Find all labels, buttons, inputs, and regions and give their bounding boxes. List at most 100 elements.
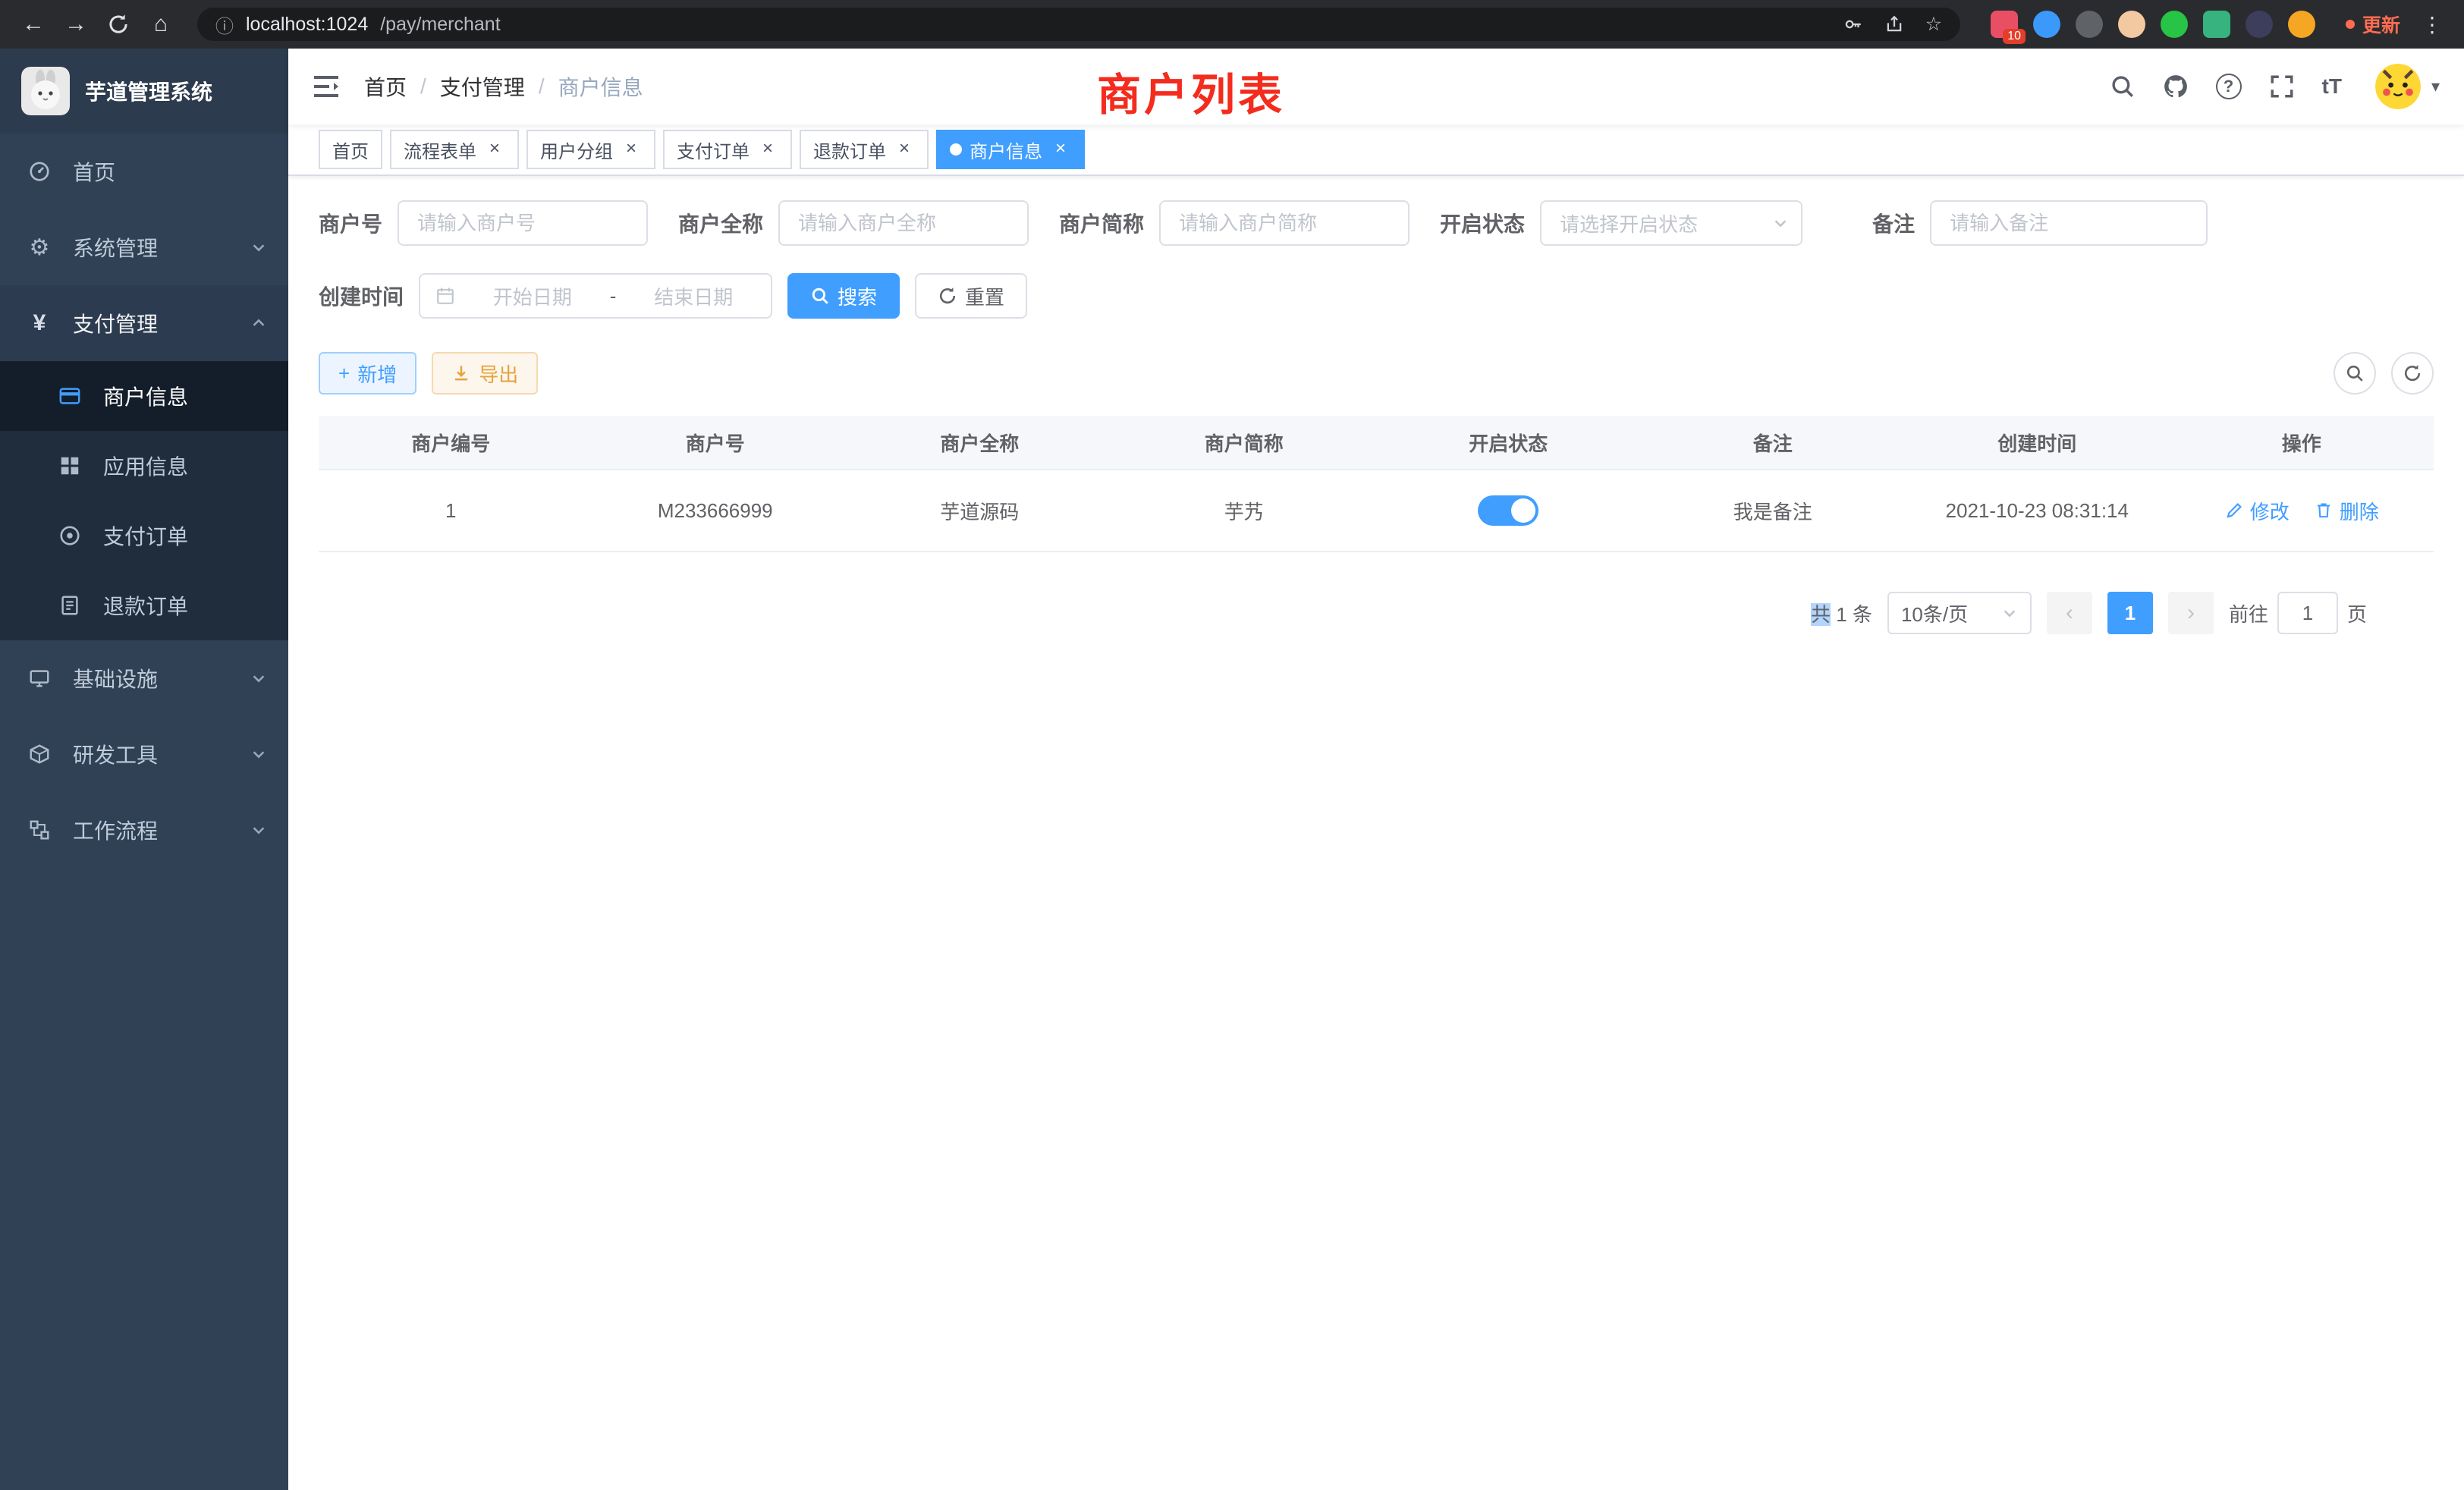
breadcrumb-separator: /	[420, 74, 426, 99]
browser-home-icon[interactable]: ⌂	[143, 6, 179, 42]
goto-page-input[interactable]	[2277, 592, 2338, 634]
tab-user-group[interactable]: 用户分组 ×	[526, 130, 655, 169]
extension-icon[interactable]	[2161, 11, 2188, 38]
prev-page-button[interactable]: ‹	[2047, 592, 2092, 634]
user-menu[interactable]: ▾	[2375, 64, 2440, 109]
extension-icon[interactable]	[2246, 11, 2273, 38]
font-size-icon[interactable]: tT	[2322, 74, 2342, 99]
add-button[interactable]: + 新增	[319, 352, 416, 395]
search-icon[interactable]	[2110, 74, 2136, 99]
column-header: 备注	[1641, 429, 1906, 457]
browser-menu-icon[interactable]: ⋮	[2418, 12, 2449, 37]
page-size-select[interactable]: 10条/页	[1887, 592, 2032, 634]
sidebar-item-dev-tools[interactable]: 研发工具	[0, 716, 288, 792]
close-icon[interactable]: ×	[894, 139, 915, 160]
page-number-1[interactable]: 1	[2107, 592, 2153, 634]
sidebar-item-infrastructure[interactable]: 基础设施	[0, 640, 288, 716]
merchant-table: 商户编号 商户号 商户全称 商户简称 开启状态 备注 创建时间 操作 1 M23…	[319, 416, 2434, 552]
chevron-down-icon	[250, 746, 267, 762]
close-icon[interactable]: ×	[757, 139, 778, 160]
page-content: 商户号 商户全称 商户简称 开启状态 请选择开启状态	[288, 176, 2464, 1490]
sidebar-item-system[interactable]: ⚙ 系统管理	[0, 209, 288, 285]
sidebar-item-label: 应用信息	[103, 451, 188, 481]
chevron-down-icon	[2001, 605, 2018, 621]
sidebar-item-refund-order[interactable]: 退款订单	[0, 571, 288, 640]
tab-merchant-info[interactable]: 商户信息 ×	[936, 130, 1085, 169]
edit-link[interactable]: 修改	[2224, 497, 2290, 525]
extension-icon[interactable]	[2076, 11, 2103, 38]
sidebar-item-label: 商户信息	[103, 381, 188, 411]
app-logo	[21, 67, 70, 115]
hamburger-icon[interactable]	[313, 74, 340, 99]
delete-link[interactable]: 删除	[2314, 497, 2379, 525]
extension-icon[interactable]	[2203, 11, 2230, 38]
github-icon[interactable]	[2163, 74, 2189, 99]
browser-chrome: ← → ⌂ ⓘ localhost:1024 /pay/merchant ☆ 1…	[0, 0, 2464, 49]
close-icon[interactable]: ×	[621, 139, 642, 160]
chevron-down-icon	[250, 670, 267, 687]
password-key-icon[interactable]	[1843, 14, 1863, 34]
column-header: 商户编号	[319, 429, 583, 457]
cell-remark: 我是备注	[1641, 497, 1906, 525]
close-icon[interactable]: ×	[1050, 139, 1071, 160]
sidebar-item-label: 工作流程	[73, 815, 158, 845]
pagination-total: 共 1 条	[1811, 599, 1872, 627]
site-info-icon[interactable]: ⓘ	[215, 11, 234, 38]
tags-view: 首页 流程表单 × 用户分组 × 支付订单 × 退款订单 ×	[288, 124, 2464, 176]
tab-refund-order[interactable]: 退款订单 ×	[800, 130, 929, 169]
sidebar-item-merchant-info[interactable]: 商户信息	[0, 361, 288, 431]
toolbox-icon	[24, 743, 55, 765]
tab-home[interactable]: 首页	[319, 130, 382, 169]
create-time-label: 创建时间	[319, 281, 404, 311]
close-icon[interactable]: ×	[484, 139, 505, 160]
extension-icon[interactable]: 10	[1991, 11, 2018, 38]
tab-process-form[interactable]: 流程表单 ×	[390, 130, 519, 169]
next-page-button[interactable]: ›	[2168, 592, 2214, 634]
url-bar[interactable]: ⓘ localhost:1024 /pay/merchant ☆	[197, 8, 1960, 41]
toggle-search-button[interactable]	[2334, 352, 2376, 395]
breadcrumb-item[interactable]: 首页	[364, 71, 407, 102]
sidebar-item-label: 支付订单	[103, 520, 188, 551]
breadcrumb-item[interactable]: 支付管理	[440, 71, 525, 102]
table-toolbar: + 新增 导出	[319, 352, 2434, 395]
browser-forward-icon[interactable]: →	[58, 6, 94, 42]
url-host: localhost:1024	[246, 14, 368, 36]
status-toggle[interactable]	[1478, 495, 1538, 526]
sidebar-item-home[interactable]: 首页	[0, 134, 288, 209]
short-name-input[interactable]	[1159, 200, 1410, 246]
full-name-label: 商户全称	[678, 208, 763, 238]
short-name-label: 商户简称	[1059, 208, 1144, 238]
bookmark-star-icon[interactable]: ☆	[1925, 13, 1942, 36]
app-logo-row[interactable]: 芋道管理系统	[0, 49, 288, 134]
sidebar-item-app-info[interactable]: 应用信息	[0, 431, 288, 501]
refresh-table-button[interactable]	[2391, 352, 2434, 395]
emoji-extension-icon[interactable]	[2288, 11, 2315, 38]
yen-icon: ¥	[24, 310, 55, 336]
pagination: 共 1 条 10条/页 ‹ 1 › 前往 页	[319, 592, 2434, 634]
sidebar-item-payment[interactable]: ¥ 支付管理	[0, 285, 288, 361]
share-icon[interactable]	[1884, 14, 1904, 34]
date-end-placeholder[interactable]: 结束日期	[631, 282, 756, 310]
create-time-range-picker[interactable]: 开始日期 - 结束日期	[419, 273, 772, 319]
remark-input[interactable]	[1930, 200, 2208, 246]
extension-icon[interactable]	[2033, 11, 2060, 38]
browser-refresh-icon[interactable]	[100, 6, 137, 42]
fullscreen-icon[interactable]	[2269, 74, 2295, 99]
sidebar-item-pay-order[interactable]: 支付订单	[0, 501, 288, 571]
update-dot-icon	[2346, 20, 2355, 29]
sidebar-item-workflow[interactable]: 工作流程	[0, 792, 288, 868]
date-start-placeholder[interactable]: 开始日期	[470, 282, 595, 310]
browser-back-icon[interactable]: ←	[15, 6, 52, 42]
full-name-input[interactable]	[778, 200, 1029, 246]
reset-button[interactable]: 重置	[915, 273, 1027, 319]
profile-extension-icon[interactable]	[2118, 11, 2145, 38]
sidebar-item-label: 系统管理	[73, 232, 158, 262]
search-button[interactable]: 搜索	[787, 273, 900, 319]
status-select[interactable]: 请选择开启状态	[1540, 200, 1802, 246]
browser-update-button[interactable]: 更新	[2334, 6, 2412, 42]
export-button[interactable]: 导出	[432, 352, 538, 395]
merchant-no-input[interactable]	[398, 200, 648, 246]
extensions-row: 10	[1991, 11, 2315, 38]
help-icon[interactable]: ?	[2216, 74, 2242, 99]
tab-pay-order[interactable]: 支付订单 ×	[663, 130, 792, 169]
